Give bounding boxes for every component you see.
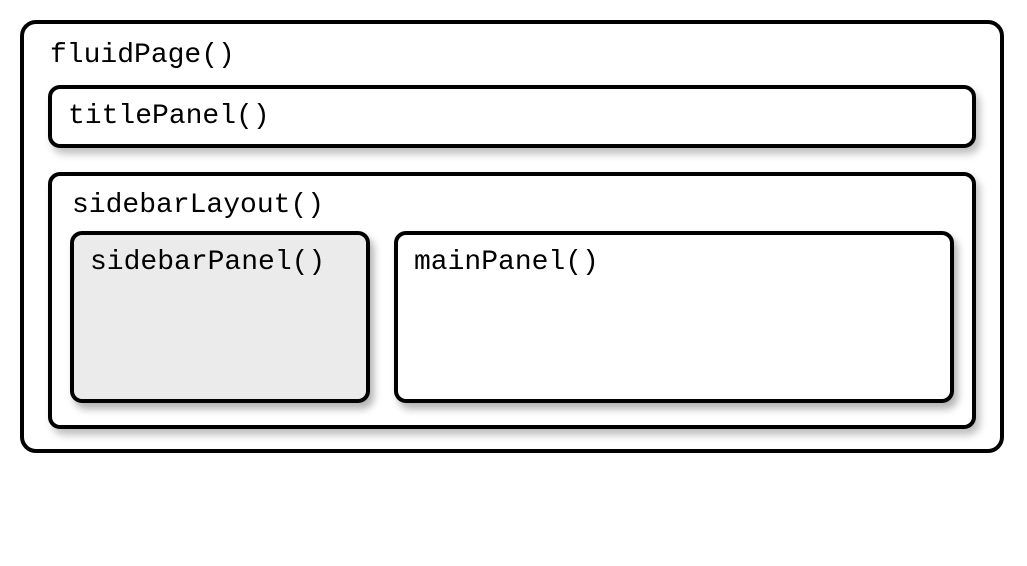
main-panel-label: mainPanel() <box>414 247 934 278</box>
title-panel-box: titlePanel() <box>48 85 976 148</box>
sidebar-panel-box: sidebarPanel() <box>70 231 370 403</box>
fluid-page-box: fluidPage() titlePanel() sidebarLayout()… <box>20 20 1004 453</box>
fluid-page-label: fluidPage() <box>48 40 976 71</box>
sidebar-layout-label: sidebarLayout() <box>70 190 954 221</box>
title-panel-label: titlePanel() <box>68 101 956 132</box>
sidebar-layout-box: sidebarLayout() sidebarPanel() mainPanel… <box>48 172 976 429</box>
sidebar-panel-label: sidebarPanel() <box>90 247 350 278</box>
panels-row: sidebarPanel() mainPanel() <box>70 231 954 403</box>
main-panel-box: mainPanel() <box>394 231 954 403</box>
